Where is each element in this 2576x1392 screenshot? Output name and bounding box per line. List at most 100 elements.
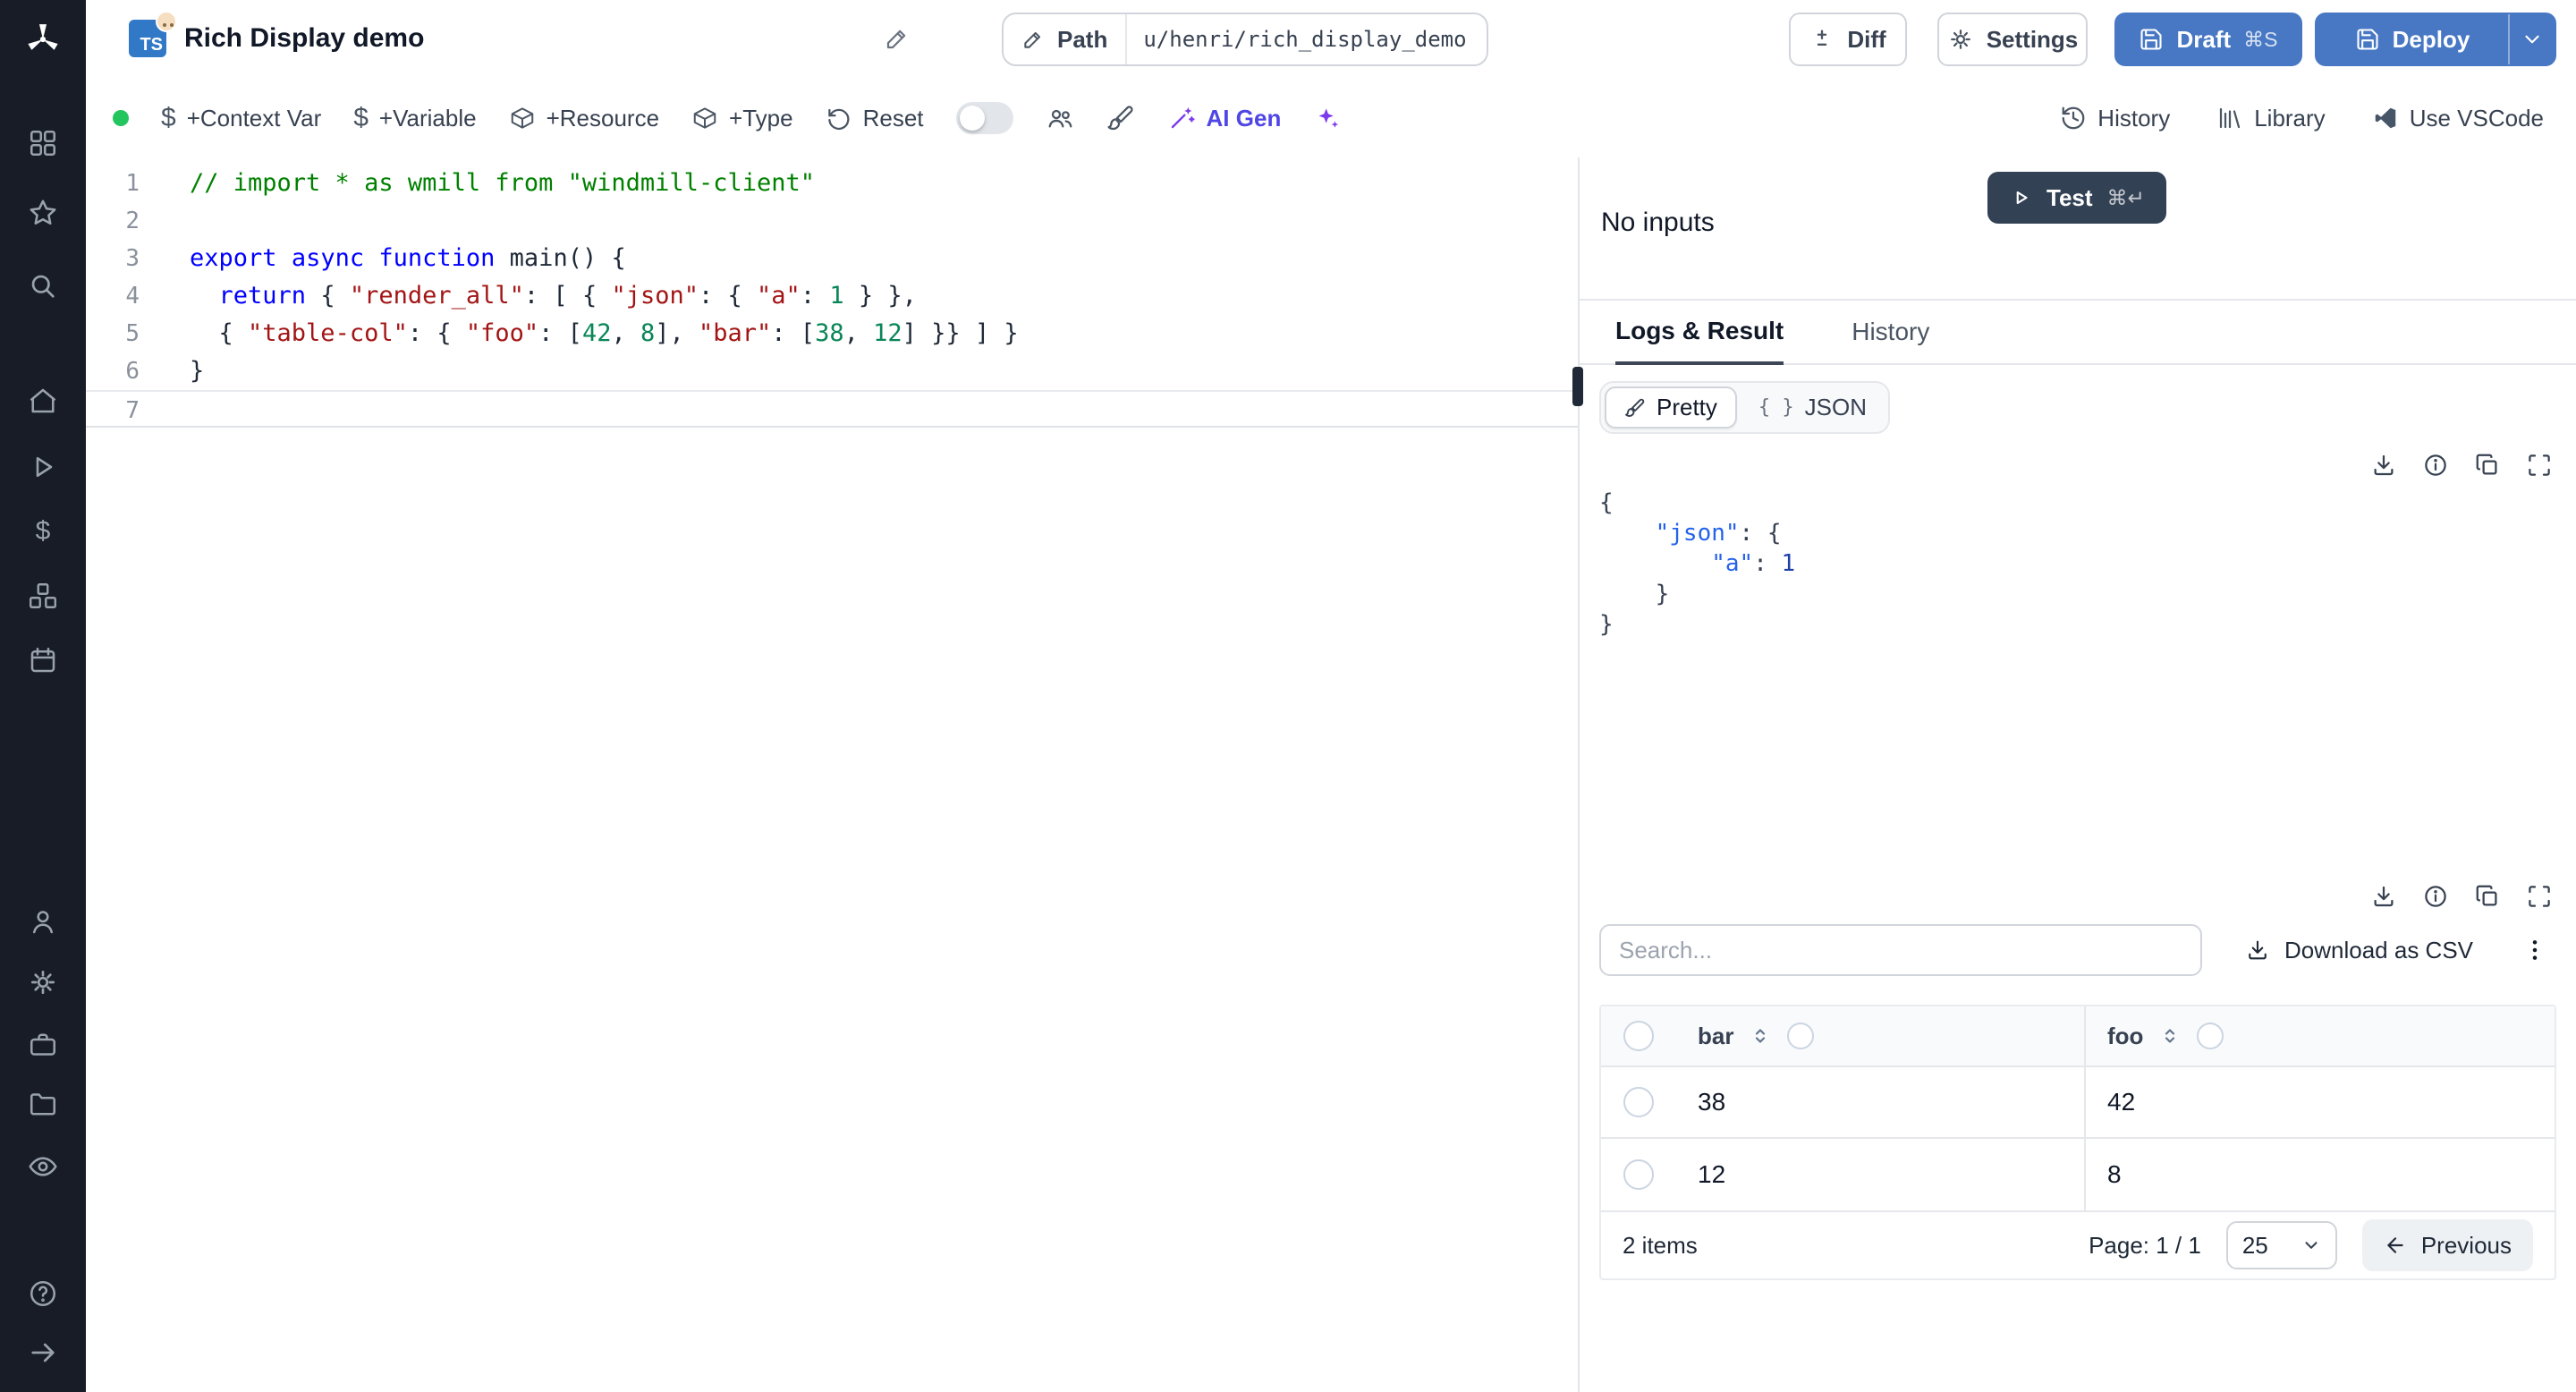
test-button[interactable]: Test ⌘↵ xyxy=(1987,172,2166,224)
home-icon[interactable] xyxy=(0,369,86,433)
copy-icon[interactable] xyxy=(2474,452,2501,479)
column-toggle-checkbox[interactable] xyxy=(1787,1023,1815,1049)
editor-toolbar: $ +Context Var $ +Variable +Resource +Type… xyxy=(86,79,2576,157)
table-header: bar foo xyxy=(1601,1006,2555,1067)
expand-icon[interactable] xyxy=(2526,883,2553,910)
sort-icon[interactable] xyxy=(1750,1025,1771,1047)
code-line[interactable]: 3 export async function main() { xyxy=(86,240,1578,277)
row-checkbox[interactable] xyxy=(1623,1159,1654,1190)
tab-logs-result[interactable]: Logs & Result xyxy=(1615,301,1784,365)
table-footer: 2 items Page: 1 / 1 25 Previous xyxy=(1601,1210,2555,1278)
code-line[interactable]: 2 xyxy=(86,202,1578,240)
script-path[interactable]: u/henri/rich_display_demo xyxy=(1127,27,1482,52)
add-type-button[interactable]: +Type xyxy=(691,105,793,132)
workspace-apps-icon[interactable] xyxy=(0,111,86,175)
add-variable-button[interactable]: $ +Variable xyxy=(353,105,476,132)
help-icon[interactable] xyxy=(0,1261,86,1326)
sparkles-icon[interactable] xyxy=(1313,104,1342,132)
multiplayer-users-icon[interactable] xyxy=(1046,104,1074,132)
table-controls: Download as CSV xyxy=(1599,924,2556,976)
edit-summary-pencil-icon[interactable] xyxy=(884,25,911,52)
table-row[interactable]: 12 8 xyxy=(1601,1139,2555,1210)
tab-history[interactable]: History xyxy=(1852,301,1929,363)
download-csv-button[interactable]: Download as CSV xyxy=(2245,937,2473,964)
json-view-button[interactable]: { } JSON xyxy=(1741,388,1885,427)
save-icon xyxy=(2140,29,2163,50)
code-line[interactable]: 6} xyxy=(86,352,1578,390)
sort-icon[interactable] xyxy=(2159,1025,2181,1047)
reset-button[interactable]: Reset xyxy=(826,105,924,132)
copy-icon[interactable] xyxy=(2474,883,2501,910)
code-line[interactable]: 4 return { "render_all": [ { "json": { "… xyxy=(86,277,1578,315)
select-all-checkbox[interactable] xyxy=(1623,1021,1654,1051)
info-icon[interactable] xyxy=(2422,452,2449,479)
previous-page-button[interactable]: Previous xyxy=(2361,1219,2533,1271)
play-icon xyxy=(2016,191,2028,205)
kebab-menu-icon[interactable] xyxy=(2521,936,2549,964)
dollar-icon: $ xyxy=(161,103,176,132)
pane-resize-handle[interactable] xyxy=(1572,367,1583,406)
row-checkbox[interactable] xyxy=(1623,1087,1654,1117)
page-label: Page: 1 / 1 xyxy=(2089,1231,2201,1259)
column-header-foo[interactable]: foo xyxy=(2107,1023,2143,1050)
variables-dollar-icon[interactable]: $ xyxy=(0,499,86,564)
code-line[interactable]: 7 xyxy=(86,390,1578,428)
pretty-view-button[interactable]: Pretty xyxy=(1605,386,1737,429)
audit-eye-icon[interactable] xyxy=(0,1134,86,1199)
typescript-badge: TS xyxy=(129,11,177,57)
draft-button[interactable]: Draft ⌘S xyxy=(2114,13,2302,66)
deploy-dropdown[interactable] xyxy=(2508,14,2555,64)
diff-button[interactable]: Diff xyxy=(1789,13,1907,66)
code-editor[interactable]: 1// import * as wmill from "windmill-cli… xyxy=(86,157,1578,1392)
add-resource-button[interactable]: +Resource xyxy=(509,105,659,132)
format-brush-icon[interactable] xyxy=(1106,104,1135,132)
braces-icon: { } xyxy=(1758,396,1794,419)
chevron-down-icon xyxy=(2305,1242,2318,1249)
use-vscode-button[interactable]: Use VSCode xyxy=(2372,105,2544,132)
users-icon[interactable] xyxy=(0,889,86,954)
code-line[interactable]: 5 { "table-col": { "foo": [42, 8], "bar"… xyxy=(86,315,1578,352)
test-shortcut: ⌘↵ xyxy=(2106,185,2145,209)
draft-shortcut: ⌘S xyxy=(2243,27,2278,51)
ai-gen-button[interactable]: AI Gen xyxy=(1167,104,1281,132)
download-icon[interactable] xyxy=(2370,883,2397,910)
column-header-bar[interactable]: bar xyxy=(1698,1023,1733,1050)
settings-button[interactable]: Settings xyxy=(1937,13,2088,66)
library-icon xyxy=(2220,107,2241,129)
table-row[interactable]: 38 42 xyxy=(1601,1067,2555,1139)
script-title: Rich Display demo xyxy=(184,23,425,53)
search-icon[interactable] xyxy=(0,254,86,318)
folders-icon[interactable] xyxy=(0,1072,86,1136)
add-context-var-button[interactable]: $ +Context Var xyxy=(161,105,321,132)
library-button[interactable]: Library xyxy=(2216,105,2326,132)
search-input[interactable] xyxy=(1599,924,2202,976)
code-line[interactable]: 1// import * as wmill from "windmill-cli… xyxy=(86,165,1578,202)
history-button[interactable]: History xyxy=(2060,105,2170,132)
refresh-icon xyxy=(827,108,850,130)
favorites-star-icon[interactable] xyxy=(0,181,86,245)
page-size-select[interactable]: 25 xyxy=(2225,1221,2337,1269)
top-bar: TS Rich Display demo Path u/henri/rich_d… xyxy=(86,0,2576,79)
gear-icon xyxy=(1950,30,1970,49)
schedules-calendar-icon[interactable] xyxy=(0,628,86,692)
windmill-logo-icon[interactable] xyxy=(0,7,86,72)
multiplayer-toggle[interactable] xyxy=(955,102,1013,134)
chevron-down-icon xyxy=(2525,35,2539,44)
runs-play-icon[interactable] xyxy=(0,435,86,499)
table-body: 38 42 12 8 xyxy=(1601,1067,2555,1210)
column-toggle-checkbox[interactable] xyxy=(2197,1023,2224,1049)
deploy-button[interactable]: Deploy xyxy=(2315,13,2556,66)
resources-boxes-icon[interactable] xyxy=(0,564,86,628)
workers-briefcase-icon[interactable] xyxy=(0,1013,86,1077)
settings-gear-icon[interactable] xyxy=(0,950,86,1014)
expand-icon[interactable] xyxy=(2526,452,2553,479)
collapse-arrow-icon[interactable] xyxy=(0,1320,86,1385)
vscode-icon xyxy=(2375,107,2395,129)
wand-icon xyxy=(1171,107,1195,129)
download-icon[interactable] xyxy=(2370,452,2397,479)
path-button[interactable]: Path xyxy=(1004,14,1128,64)
info-icon[interactable] xyxy=(2422,883,2449,910)
app-window: $ TS Rich Display demo Path u/henri/rich… xyxy=(0,0,2576,1392)
sidebar: $ xyxy=(0,0,86,1392)
diff-icon xyxy=(1818,30,1827,46)
